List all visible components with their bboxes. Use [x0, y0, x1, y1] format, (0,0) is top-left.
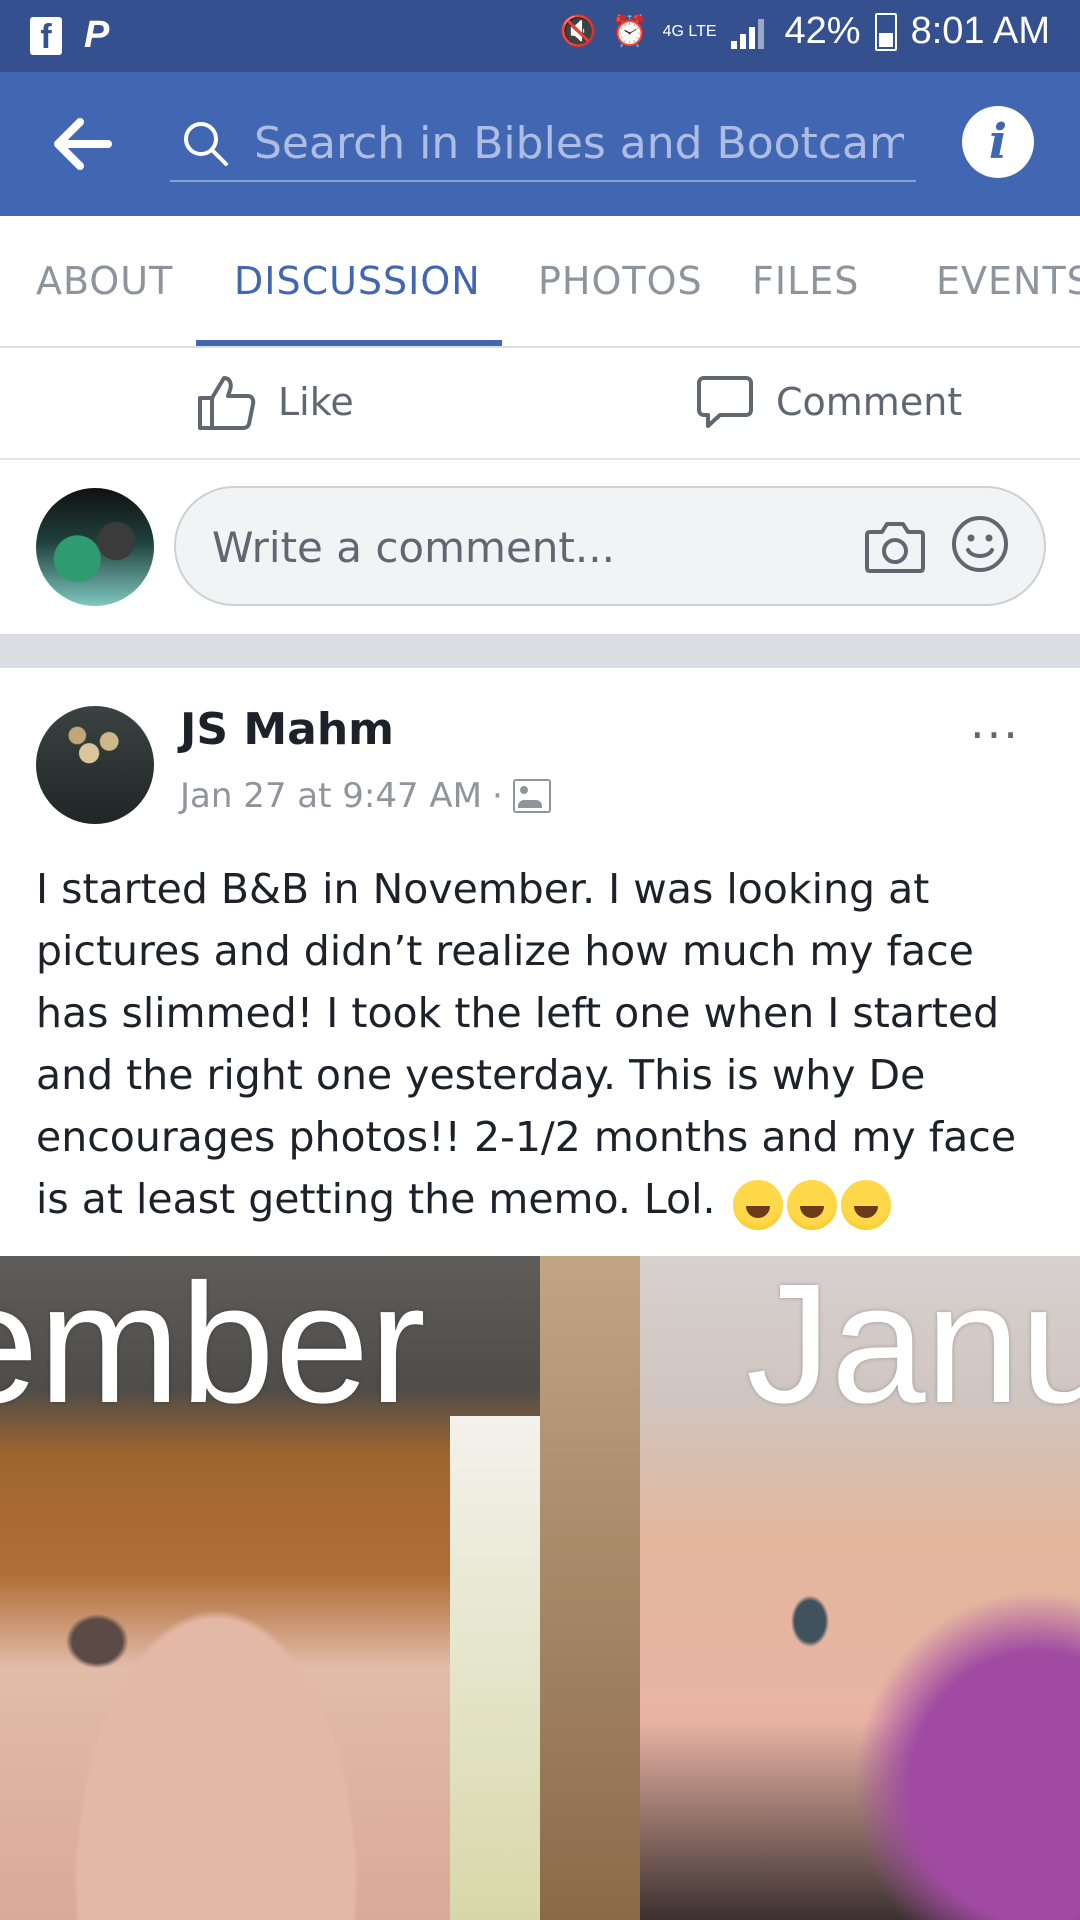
joy-emoji — [786, 1180, 837, 1230]
post-timestamp[interactable]: Jan 27 at 9:47 AM — [180, 776, 482, 816]
search-input[interactable] — [252, 114, 906, 172]
author-avatar[interactable] — [36, 706, 154, 824]
comment-box[interactable] — [174, 486, 1046, 606]
camera-icon[interactable] — [864, 518, 926, 574]
status-bar: f P 🔇 ⏰ 4G LTE 42% 8:01 AM — [0, 0, 1080, 72]
post-emojis — [729, 1171, 891, 1233]
search-bar[interactable] — [170, 108, 916, 182]
comment-bubble-icon — [697, 376, 753, 428]
photo-left-label: ember — [0, 1256, 426, 1439]
status-indicators: 🔇 ⏰ 4G LTE 42% 8:01 AM — [560, 10, 1050, 53]
post-photo[interactable]: ember Janu — [0, 1256, 1080, 1920]
battery-percent: 42% — [784, 10, 861, 52]
status-notifications: f P — [30, 14, 109, 57]
network-type: 4G LTE — [662, 22, 717, 40]
post-actions: Like Comment — [0, 348, 1080, 460]
photo-right-label: Janu — [746, 1256, 1080, 1439]
post-card: JS Mahm Jan 27 at 9:47 AM · ··· I starte… — [0, 668, 1080, 1920]
comment-composer — [0, 460, 1080, 634]
thumbs-up-icon — [198, 376, 256, 430]
app-header: i — [0, 72, 1080, 216]
active-tab-indicator — [196, 340, 502, 346]
rofl-emoji — [732, 1180, 783, 1230]
clock: 8:01 AM — [910, 10, 1050, 52]
group-tabs: ABOUT DISCUSSION PHOTOS FILES EVENTS — [0, 216, 1080, 348]
feed-divider — [0, 634, 1080, 668]
search-icon — [184, 122, 228, 166]
paypal-icon: P — [84, 14, 110, 56]
like-label: Like — [278, 380, 354, 424]
battery-icon — [874, 12, 897, 51]
comment-input[interactable] — [210, 516, 814, 578]
meta-separator: · — [492, 776, 503, 816]
rofl-emoji — [840, 1180, 891, 1230]
group-audience-icon — [512, 779, 551, 813]
tab-files[interactable]: FILES — [752, 216, 859, 346]
like-button[interactable]: Like — [196, 364, 354, 440]
comment-button[interactable]: Comment — [696, 364, 962, 440]
more-options-button[interactable]: ··· — [970, 708, 1020, 762]
alarm-icon: ⏰ — [611, 15, 649, 48]
back-arrow-icon — [54, 118, 112, 170]
tab-photos[interactable]: PHOTOS — [538, 216, 703, 346]
user-avatar[interactable] — [36, 488, 154, 606]
vibrate-mute-icon: 🔇 — [559, 15, 598, 48]
emoji-icon[interactable] — [950, 514, 1010, 574]
info-icon: i — [988, 114, 1008, 170]
post-text: I started B&B in November. I was looking… — [36, 865, 1017, 1223]
signal-icon — [730, 15, 771, 49]
comment-label: Comment — [776, 380, 963, 424]
post-meta: Jan 27 at 9:47 AM · — [180, 776, 551, 816]
tab-about[interactable]: ABOUT — [36, 216, 173, 346]
facebook-icon: f — [30, 16, 62, 56]
post-body: I started B&B in November. I was looking… — [36, 858, 1046, 1233]
post-author[interactable]: JS Mahm — [180, 704, 394, 755]
back-button[interactable] — [50, 116, 114, 172]
tab-events[interactable]: EVENTS — [936, 216, 1080, 346]
info-button[interactable]: i — [962, 106, 1034, 178]
tab-discussion[interactable]: DISCUSSION — [234, 216, 481, 346]
